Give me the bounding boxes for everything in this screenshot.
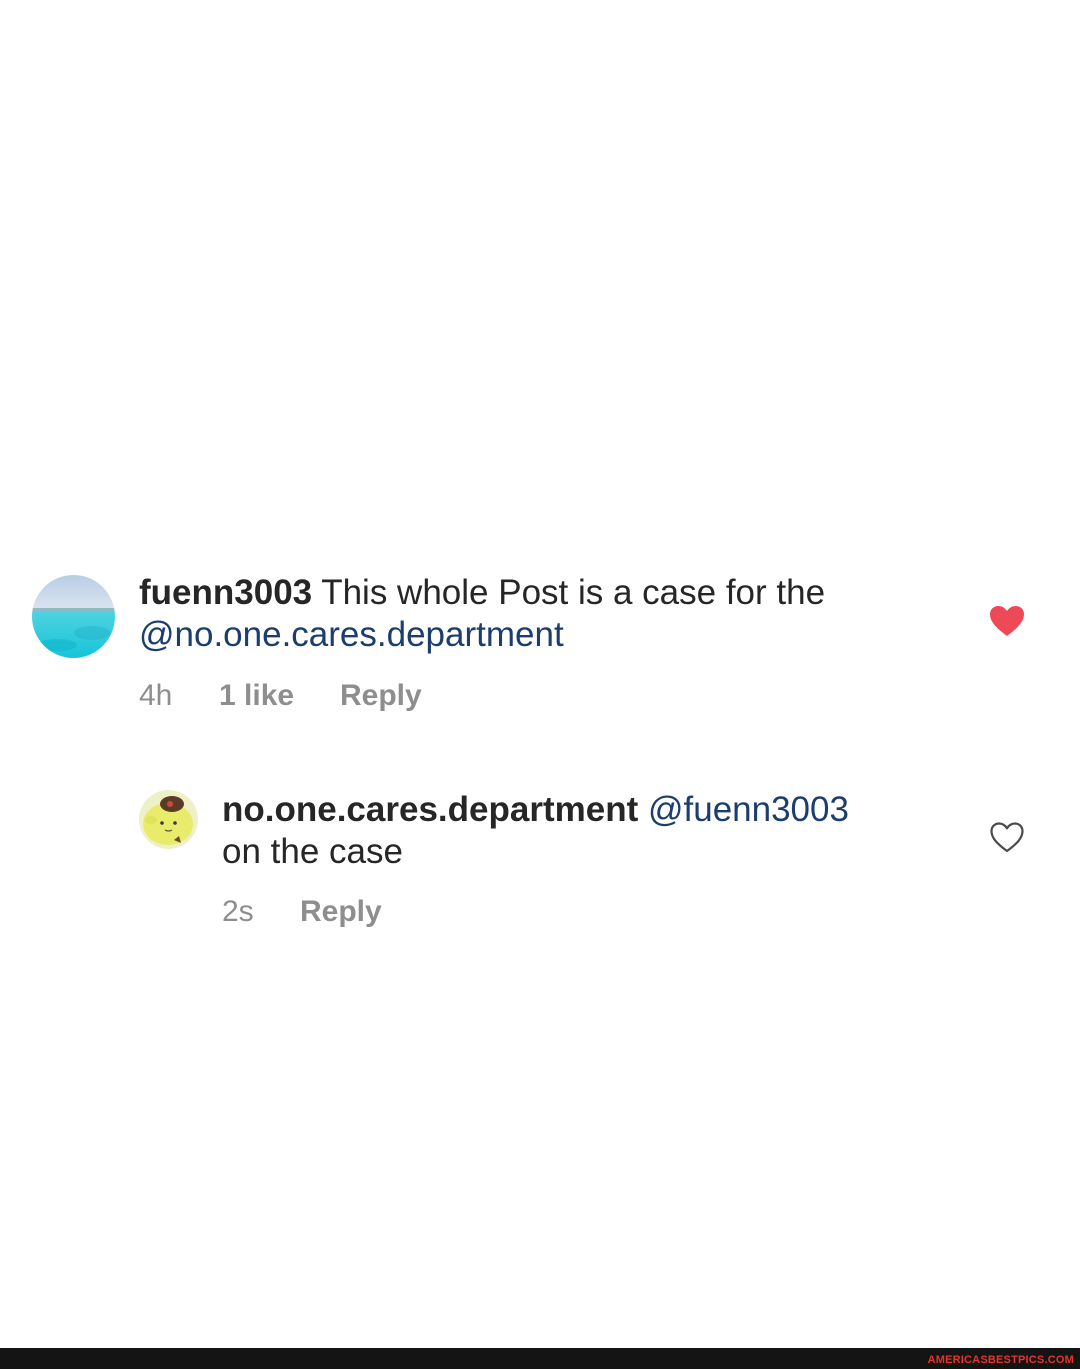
comment-username[interactable]: fuenn3003 [139,573,312,612]
reply-button[interactable]: Reply [340,678,422,714]
reply-text: no.one.cares.department @fuenn3003 on the… [222,789,942,873]
ocean-photo-avatar-icon [32,575,115,658]
comment-text: fuenn3003 This whole Post is a case for … [139,572,939,656]
reply-button[interactable]: Reply [300,894,382,930]
footer-bar: AMERICASBESTPICS.COM [0,1348,1080,1369]
comment-timestamp: 4h [139,679,173,712]
avatar[interactable] [32,575,115,658]
likes-count[interactable]: 1 like [219,678,294,714]
like-heart-outline-icon[interactable] [990,822,1024,858]
reply-message: on the case [222,832,403,871]
mention-link[interactable]: @no.one.cares.department [139,615,564,654]
comment-message: This whole Post is a case for the [312,573,826,612]
reply-timestamp: 2s [222,895,254,928]
mention-link[interactable]: @fuenn3003 [648,790,849,829]
avatar[interactable] [139,790,198,849]
watermark-text: AMERICASBESTPICS.COM [927,1354,1074,1366]
cartoon-character-avatar-icon [139,790,198,849]
like-heart-icon[interactable] [989,605,1025,642]
reply-username[interactable]: no.one.cares.department [222,790,638,829]
